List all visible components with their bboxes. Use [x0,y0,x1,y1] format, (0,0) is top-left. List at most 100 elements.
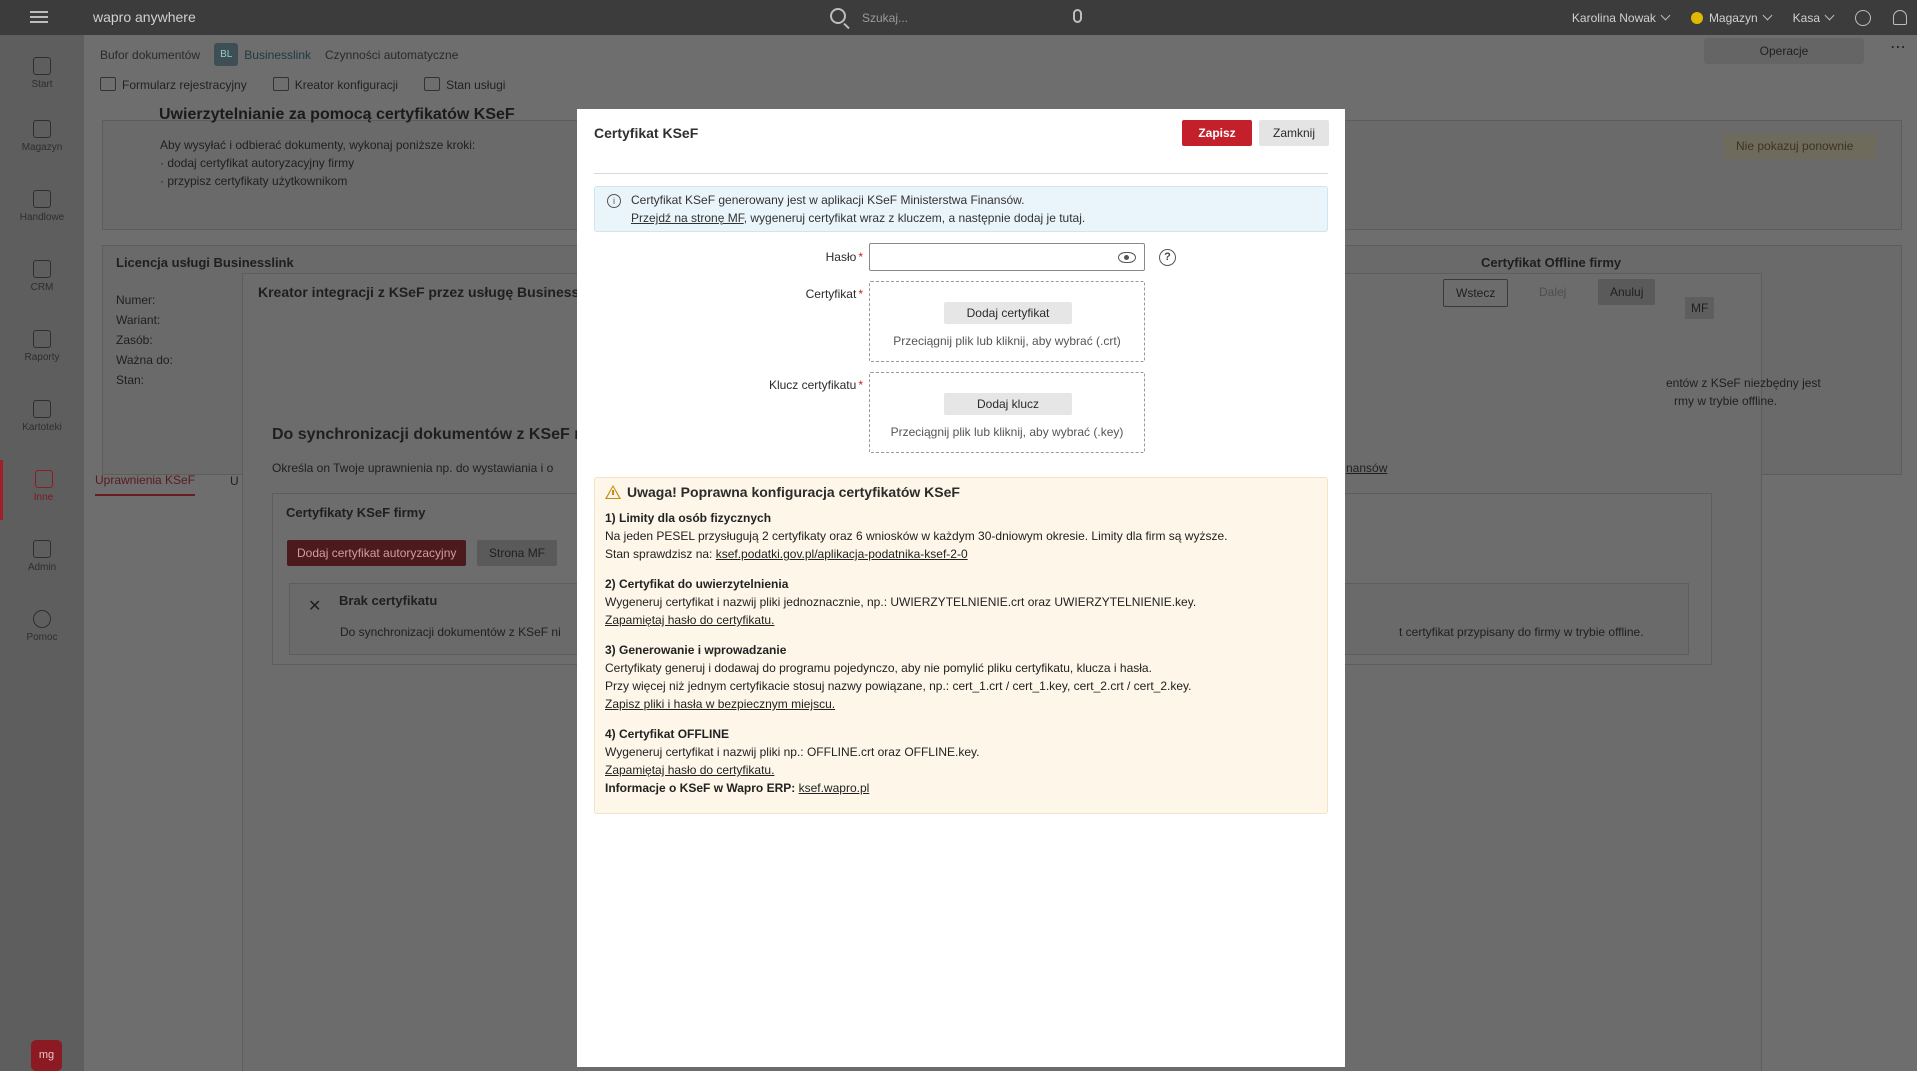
notifications-button[interactable] [1893,10,1907,25]
chart-icon [33,330,51,348]
global-search[interactable] [830,6,1090,30]
documents-icon [33,190,51,208]
microphone-icon[interactable] [1073,9,1082,23]
menu-icon[interactable] [30,8,48,26]
cert-dropzone[interactable]: Dodaj certyfikat Przeciągnij plik lub kl… [869,281,1145,362]
ksef-certificate-dialog: Certyfikat KSeF Zapisz Zamknij i Certyfi… [577,109,1345,1067]
warning-title: Uwaga! Poprawna konfiguracja certyfikató… [627,484,960,500]
save-files-link[interactable]: Zapisz pliki i hasła w bezpiecznym miejs… [605,697,835,711]
save-button[interactable]: Zapisz [1182,120,1252,146]
section-text: Przy więcej niż jednym certyfikacie stos… [605,679,1192,693]
remember-password-link[interactable]: Zapamiętaj hasło do certyfikatu. [605,613,774,627]
sidebar-item-kartoteki[interactable]: Kartoteki [0,390,84,450]
section-text-prefix: Stan sprawdzisz na: [605,547,716,561]
auth-warning-line: · przypisz certyfikaty użytkownikom [160,174,348,188]
operations-button[interactable]: Operacje [1704,38,1864,64]
more-icon[interactable]: ⋯ [1890,37,1906,57]
bl-badge: BL [214,43,239,66]
auth-warning-title: Uwierzytelnianie za pomocą certyfikatów … [159,106,515,123]
cert-dropzone-hint: Przeciągnij plik lub kliknij, aby wybrać… [893,334,1121,348]
tab-businesslink[interactable]: Businesslink [244,48,311,62]
cash-menu[interactable]: Kasa [1793,11,1835,25]
key-dropzone[interactable]: Dodaj klucz Przeciągnij plik lub kliknij… [869,372,1145,453]
section-text: Na jeden PESEL przysługują 2 certyfikaty… [605,529,1228,543]
add-key-button[interactable]: Dodaj klucz [944,393,1072,415]
sidebar-item-inne[interactable]: Inne [0,460,84,520]
password-input[interactable] [876,248,1106,266]
wapro-ksef-link[interactable]: ksef.wapro.pl [799,781,870,795]
key-dropzone-hint: Przeciągnij plik lub kliknij, aby wybrać… [890,425,1124,439]
config-wizard-button[interactable]: Kreator konfiguracji [273,77,398,92]
mf-button[interactable]: MF [1685,297,1715,319]
finance-link[interactable]: nansów [1346,461,1387,475]
section-text: Certyfikaty generuj i dodawaj do program… [605,661,1152,675]
key-label: Klucz certyfikatu * [697,378,863,392]
dont-show-again-button[interactable]: Nie pokazuj ponownie [1724,133,1876,159]
password-field[interactable] [869,243,1145,271]
admin-gear-icon [33,540,51,558]
toolbar: Formularz rejestracyjny Kreator konfigur… [100,77,505,92]
warehouse-label: Magazyn [1708,10,1758,25]
add-cert-button[interactable]: Dodaj certyfikat [944,302,1072,324]
sidebar: Start Magazyn Handlowe CRM Raporty Karto… [0,35,84,1071]
remember-offline-password-link[interactable]: Zapamiętaj hasło do certyfikatu. [605,763,774,777]
show-password-eye-icon[interactable] [1118,252,1136,263]
account-button[interactable] [1855,9,1871,26]
sidebar-item-label: Start [31,79,53,90]
close-button[interactable]: Zamknij [1259,120,1329,146]
help-icon [33,610,51,628]
info-line: Przejdź na stronę MF, wygeneruj certyfik… [631,211,1085,225]
warehouse-menu[interactable]: Magazyn [1690,10,1773,25]
tab-other[interactable]: U [230,474,239,488]
sidebar-item-raporty[interactable]: Raporty [0,320,84,380]
cert-label: Certyfikat * [727,287,863,301]
sidebar-item-magazyn[interactable]: Magazyn [0,110,84,170]
sidebar-item-pomoc[interactable]: Pomoc [0,600,84,660]
sidebar-item-label: Admin [27,562,57,573]
tab-uprawnienia-ksef[interactable]: Uprawnienia KSeF [95,473,196,496]
warning-section-1: 1) Limity dla osób fizycznych Na jeden P… [605,509,1227,563]
sidebar-item-label: Kartoteki [22,422,62,433]
search-icon [830,8,846,24]
home-icon [33,57,51,75]
service-status-button[interactable]: Stan usługi [424,77,505,92]
mg-logo: mg [31,1040,62,1071]
license-field: Wariant: [116,313,161,327]
sub-navigation: Bufor dokumentów BL Businesslink Czynnoś… [100,43,458,66]
sidebar-item-label: CRM [30,282,54,293]
user-menu[interactable]: Karolina Nowak [1572,10,1671,25]
tab-bufor[interactable]: Bufor dokumentów [100,48,200,62]
search-input[interactable] [862,8,1042,28]
license-field: Stan: [116,373,145,387]
mf-site-button[interactable]: Strona MF [477,540,558,566]
ksef-app-link[interactable]: ksef.podatki.gov.pl/aplikacja-podatnika-… [716,547,968,561]
close-icon: ✕ [308,598,322,615]
cancel-button[interactable]: Anuluj [1598,279,1656,305]
offline-assigned-text: t certyfikat przypisany do firmy w trybi… [1399,625,1644,639]
tab-czynnosci[interactable]: Czynności automatyczne [325,48,458,62]
sidebar-item-admin[interactable]: Admin [0,530,84,590]
add-auth-cert-button[interactable]: Dodaj certyfikat autoryzacyjny [287,540,467,566]
section-heading: 1) Limity dla osób fizycznych [605,511,772,525]
password-label: Hasło * [727,250,863,264]
back-button[interactable]: Wstecz [1443,279,1509,307]
no-cert-text: Do synchronizacji dokumentów z KSeF ni [340,625,561,639]
sidebar-item-start[interactable]: Start [0,47,84,107]
license-field: Zasób: [116,333,153,347]
no-cert-title: Brak certyfikatu [339,593,438,608]
brand-logo: wapro anywhere [93,9,196,25]
top-bar: wapro anywhere Karolina Nowak Magazyn Ka… [0,0,1917,35]
license-field: Ważna do: [116,353,173,367]
sidebar-item-handlowe[interactable]: Handlowe [0,180,84,240]
offline-text: entów z KSeF niezbędny jest [1666,376,1821,390]
help-question-icon[interactable]: ? [1159,249,1176,266]
password-label-text: Hasło [825,250,857,264]
cert-label-text: Certyfikat [805,287,857,301]
offline-text: rmy w trybie offline. [1674,394,1778,408]
registration-form-button[interactable]: Formularz rejestracyjny [100,77,247,92]
sidebar-item-crm[interactable]: CRM [0,250,84,310]
next-button[interactable]: Dalej [1539,285,1566,299]
chevron-down-icon [1660,10,1671,21]
mf-site-link[interactable]: Przejdź na stronę MF [631,211,744,225]
section-heading: 3) Generowanie i wprowadzanie [605,643,787,657]
